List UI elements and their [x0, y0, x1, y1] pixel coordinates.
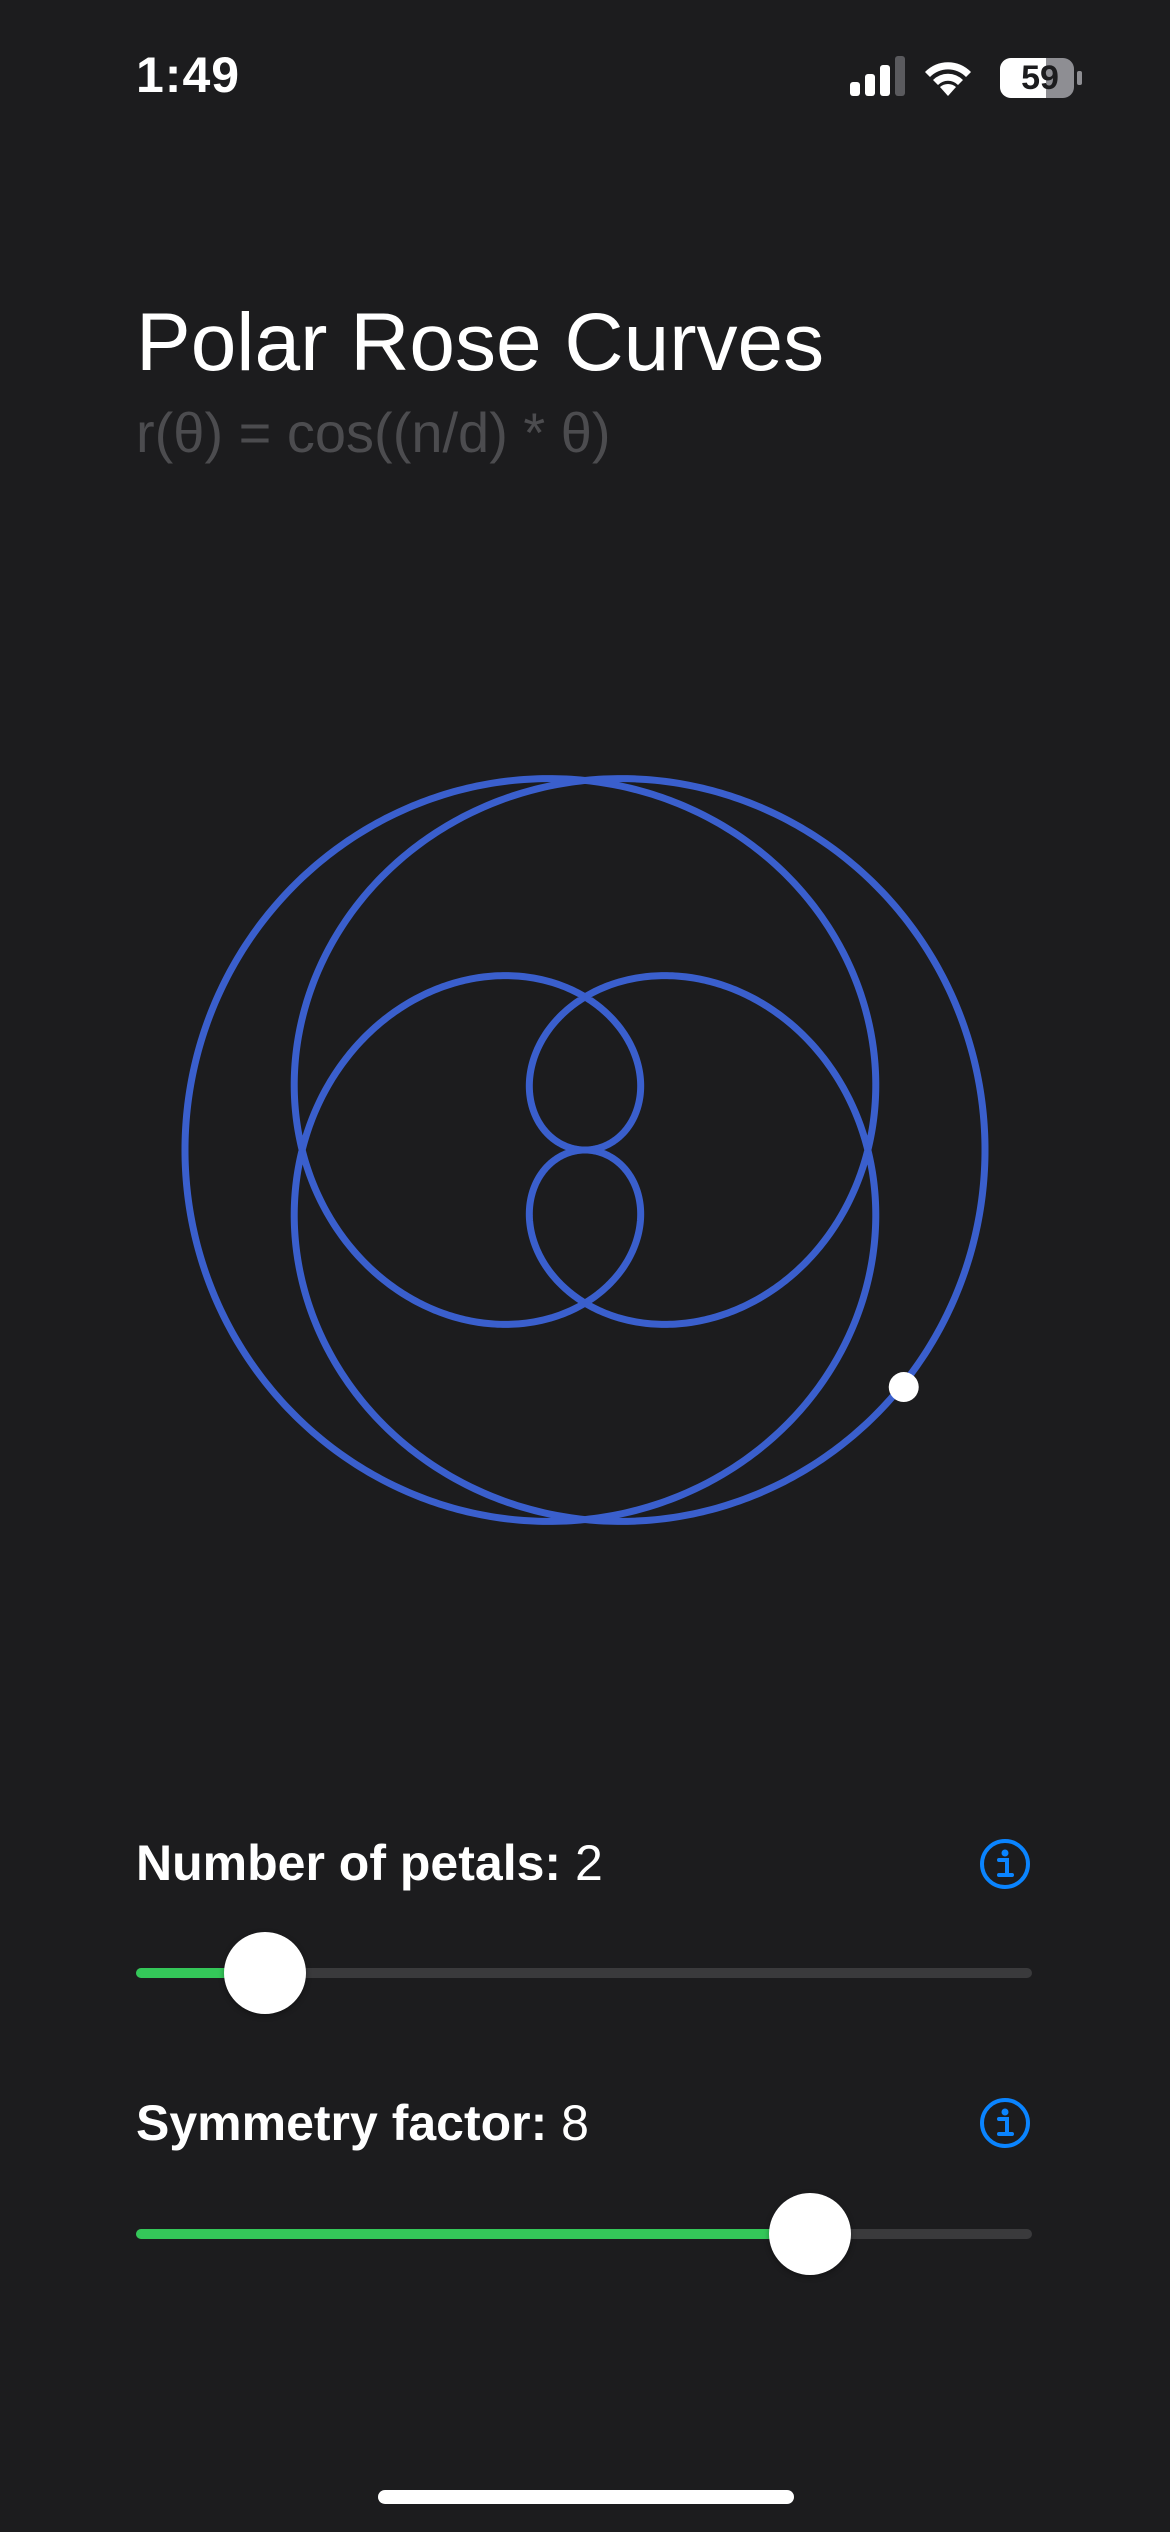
- petals-slider[interactable]: [136, 1928, 1032, 2018]
- battery-level: 59: [1021, 59, 1059, 97]
- symmetry-label-row: Symmetry factor: 8: [136, 2094, 589, 2152]
- petals-value: 2: [574, 1835, 603, 1891]
- petals-label: Number of petals:: [136, 1835, 562, 1891]
- slider-fill: [136, 2229, 810, 2239]
- formula-text: r(θ) = cos((n/d) * θ): [136, 401, 611, 464]
- symmetry-value: 8: [561, 2095, 589, 2151]
- status-time: 1:49: [136, 47, 241, 103]
- screen: 1:49 59 Polar Rose Curves r(θ) = cos((n/…: [0, 0, 1170, 2532]
- page-title: Polar Rose Curves: [136, 297, 825, 388]
- slider-thumb[interactable]: [224, 1932, 307, 2014]
- home-indicator[interactable]: [378, 2490, 794, 2504]
- symmetry-slider[interactable]: [136, 2189, 1032, 2279]
- info-icon[interactable]: [979, 1838, 1031, 1890]
- signal-icon: [850, 56, 905, 96]
- slider-thumb[interactable]: [768, 2193, 851, 2275]
- rose-curve: [181, 775, 989, 1525]
- curve-marker: [888, 1372, 919, 1403]
- wifi-icon: [925, 62, 971, 96]
- petals-label-row: Number of petals: 2: [136, 1834, 603, 1892]
- info-icon[interactable]: [979, 2097, 1031, 2149]
- status-icons: 59: [850, 56, 1090, 100]
- symmetry-label: Symmetry factor:: [136, 2095, 548, 2151]
